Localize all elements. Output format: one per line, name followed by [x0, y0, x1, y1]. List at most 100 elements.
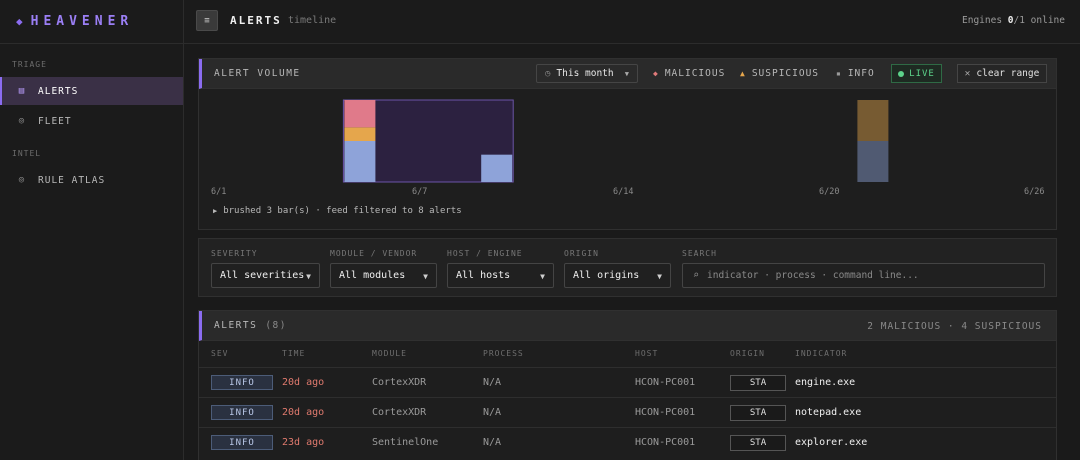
- origin-label: ORIGIN: [564, 249, 599, 258]
- brush-note: ▶ brushed 3 bar(s) · feed filtered to 8 a…: [213, 206, 462, 216]
- indicator-cell[interactable]: engine.exe: [795, 377, 855, 388]
- alert-volume-panel: ALERT VOLUME ◷ This month ▼ ◆ MALICIOUS ▲…: [198, 58, 1057, 230]
- legend-suspicious[interactable]: ▲ SUSPICIOUS: [740, 68, 819, 79]
- host-cell: HCON-PC001: [635, 377, 696, 388]
- host-select[interactable]: All hosts ▼: [447, 263, 554, 288]
- brand[interactable]: ◆ HEAVENER: [0, 0, 183, 44]
- column-header-sev[interactable]: SEV: [211, 349, 228, 358]
- alert-volume-svg[interactable]: [199, 90, 1056, 185]
- search-icon: ⌕: [693, 270, 700, 281]
- process-cell: N/A: [483, 437, 502, 448]
- bar-info-6-7[interactable]: [481, 154, 513, 182]
- host-cell: HCON-PC001: [635, 437, 696, 448]
- legend-info[interactable]: ▪ INFO: [836, 68, 875, 79]
- alerts-header: ALERTS (8) 2 MALICIOUS · 4 SUSPICIOUS: [199, 311, 1056, 341]
- diamond-icon: ◆: [16, 15, 23, 28]
- bar-suspicious-6-3[interactable]: [344, 127, 376, 141]
- sidebar-item-rule-atlas[interactable]: ◎ RULE ATLAS: [0, 166, 183, 194]
- list-icon: ▤: [18, 86, 26, 96]
- process-cell: N/A: [483, 377, 502, 388]
- module-cell: CortexXDR: [372, 407, 427, 418]
- sidebar-item-alerts[interactable]: ▤ ALERTS: [0, 77, 183, 105]
- clock-icon: ◷: [545, 68, 551, 79]
- x-tick-label: 6/14: [613, 187, 634, 197]
- page-subtitle: timeline: [288, 15, 337, 26]
- alerts-panel: ALERTS (8) 2 MALICIOUS · 4 SUSPICIOUS SEV…: [198, 310, 1057, 460]
- menu-button[interactable]: ≡: [196, 10, 218, 31]
- alert-volume-header: ALERT VOLUME ◷ This month ▼ ◆ MALICIOUS ▲…: [199, 59, 1056, 89]
- origin-value: All origins: [573, 270, 640, 281]
- range-dropdown[interactable]: ◷ This month ▼: [536, 64, 638, 83]
- menu-icon: ≡: [204, 15, 210, 26]
- alerts-title: ALERTS (8): [214, 320, 287, 331]
- table-row[interactable]: INFO 20d ago CortexXDR N/A HCON-PC001 ST…: [199, 367, 1056, 397]
- x-tick-label: 6/1: [211, 187, 227, 197]
- clear-range-button[interactable]: ✕ clear range: [957, 64, 1047, 83]
- target-icon: ◎: [18, 175, 26, 185]
- time-cell: 20d ago: [282, 407, 325, 418]
- severity-badge: INFO: [211, 405, 273, 420]
- alert-volume-title: ALERT VOLUME: [214, 68, 301, 79]
- bar-malicious-6-3[interactable]: [344, 100, 376, 128]
- column-header-process[interactable]: PROCESS: [483, 349, 524, 358]
- severity-badge: INFO: [211, 375, 273, 390]
- search-input[interactable]: ⌕ indicator · process · command line...: [682, 263, 1045, 288]
- nav-section-intel: INTEL: [12, 149, 42, 158]
- module-label: MODULE / VENDOR: [330, 249, 418, 258]
- process-cell: N/A: [483, 407, 502, 418]
- sidebar-item-fleet[interactable]: ◎ FLEET: [0, 107, 183, 135]
- diamond-icon: ◆: [653, 69, 659, 78]
- chevron-down-icon: ▼: [657, 272, 662, 281]
- engines-label: Engines: [962, 15, 1003, 26]
- severity-badge: INFO: [211, 435, 273, 450]
- table-row[interactable]: INFO 20d ago CortexXDR N/A HCON-PC001 ST…: [199, 397, 1056, 427]
- top-bar: ≡ ALERTS timeline Engines 0/1 online: [184, 0, 1080, 44]
- chevron-down-icon: ▼: [624, 69, 629, 78]
- square-icon: ▪: [836, 69, 842, 78]
- bar-info-6-18[interactable]: [857, 141, 889, 182]
- x-tick-label: 6/26: [1024, 187, 1045, 197]
- close-icon: ✕: [964, 68, 971, 79]
- sidebar-item-label: ALERTS: [38, 85, 79, 97]
- column-header-time[interactable]: TIME: [282, 349, 305, 358]
- indicator-cell[interactable]: notepad.exe: [795, 407, 861, 418]
- indicator-cell[interactable]: explorer.exe: [795, 437, 867, 448]
- host-value: All hosts: [456, 270, 511, 281]
- legend-malicious[interactable]: ◆ MALICIOUS: [653, 68, 725, 79]
- legend-label: INFO: [847, 68, 875, 79]
- origin-badge: STA: [730, 435, 786, 451]
- severity-value: All severities: [220, 270, 305, 281]
- column-header-origin[interactable]: ORIGIN: [730, 349, 765, 358]
- severity-select[interactable]: All severities ▼: [211, 263, 320, 288]
- live-label: LIVE: [909, 68, 935, 79]
- origin-select[interactable]: All origins ▼: [564, 263, 671, 288]
- filters-panel: SEVERITY All severities ▼ MODULE / VENDO…: [198, 238, 1057, 297]
- table-row[interactable]: INFO 23d ago SentinelOne N/A HCON-PC001 …: [199, 427, 1056, 457]
- legend-label: SUSPICIOUS: [751, 68, 820, 79]
- chevron-down-icon: ▼: [423, 272, 428, 281]
- module-cell: CortexXDR: [372, 377, 427, 388]
- alerts-title-text: ALERTS: [214, 320, 258, 331]
- column-header-indicator[interactable]: INDICATOR: [795, 349, 847, 358]
- column-header-module[interactable]: MODULE: [372, 349, 407, 358]
- chevron-down-icon: ▼: [540, 272, 545, 281]
- live-toggle[interactable]: LIVE: [891, 64, 942, 83]
- nav-section-triage: TRIAGE: [12, 60, 47, 69]
- brand-name: HEAVENER: [30, 14, 134, 29]
- module-cell: SentinelOne: [372, 437, 439, 448]
- search-label: SEARCH: [682, 249, 717, 258]
- engines-total: /1 online: [1013, 15, 1065, 26]
- module-value: All modules: [339, 270, 406, 281]
- brush-note-text: brushed 3 bar(s) · feed filtered to 8 al…: [223, 206, 462, 216]
- alert-volume-chart[interactable]: 6/1 6/7 6/14 6/20 6/26 ▶ brushed 3 bar(s)…: [199, 90, 1056, 216]
- bar-info-6-3[interactable]: [344, 141, 376, 182]
- target-icon: ◎: [18, 116, 26, 126]
- x-tick-label: 6/7: [412, 187, 428, 197]
- chevron-down-icon: ▼: [306, 272, 311, 281]
- module-select[interactable]: All modules ▼: [330, 263, 437, 288]
- sidebar: ◆ HEAVENER TRIAGE ▤ ALERTS ◎ FLEET INTEL…: [0, 0, 184, 460]
- engines-status: Engines 0/1 online: [962, 15, 1065, 26]
- bar-suspicious-6-18[interactable]: [857, 100, 889, 141]
- column-header-host[interactable]: HOST: [635, 349, 658, 358]
- host-label: HOST / ENGINE: [447, 249, 523, 258]
